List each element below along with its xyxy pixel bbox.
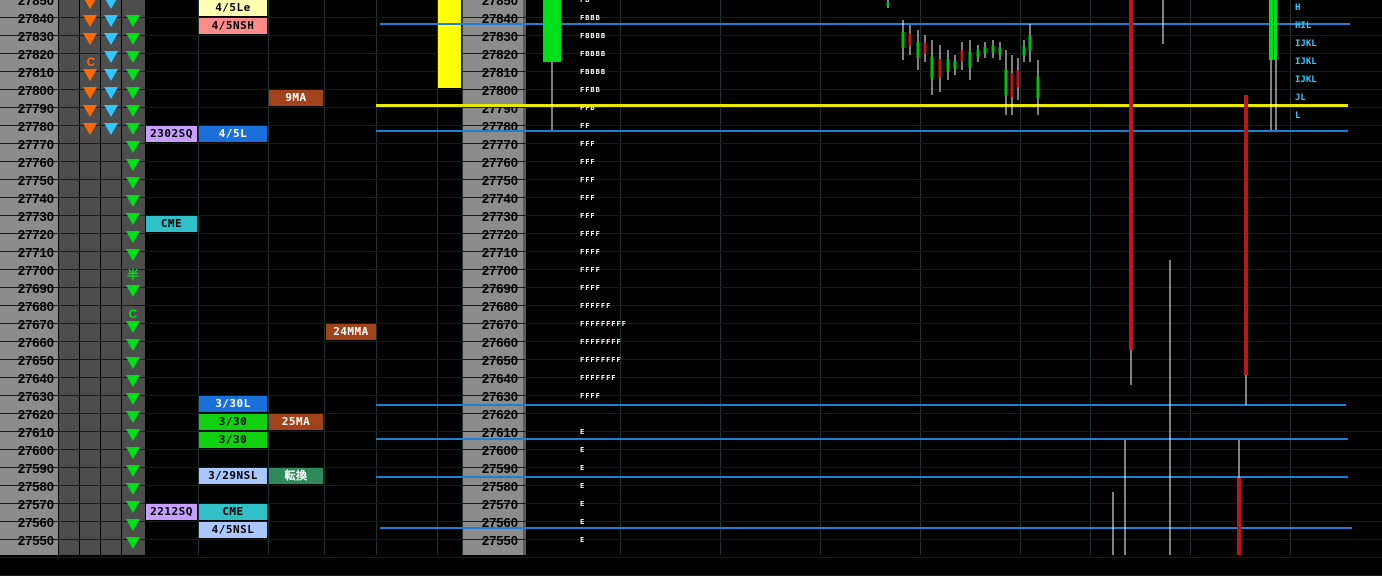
candle-chart bbox=[543, 0, 1277, 555]
right-tpo-label: HIL bbox=[1295, 21, 1312, 31]
right-tpo-label: H bbox=[1295, 3, 1301, 13]
right-tpo-label: IJKL bbox=[1295, 39, 1317, 49]
right-tpo-label: IJKL bbox=[1295, 57, 1317, 67]
right-tpo-label: JL bbox=[1295, 93, 1306, 103]
right-tpo-label: L bbox=[1295, 111, 1301, 121]
grid-hline bbox=[0, 557, 1382, 558]
right-tpo-label: IJKL bbox=[1295, 75, 1317, 85]
